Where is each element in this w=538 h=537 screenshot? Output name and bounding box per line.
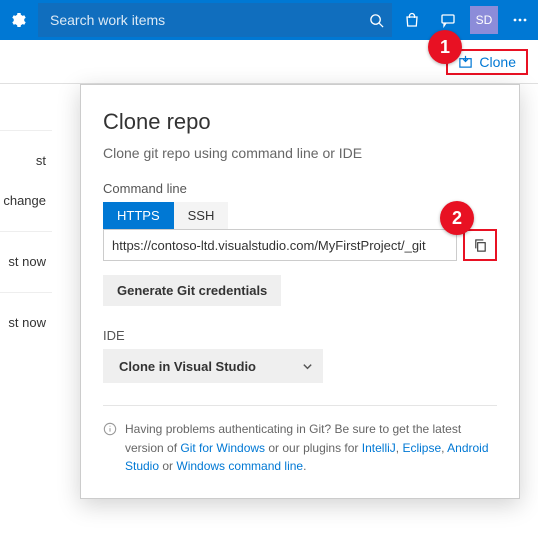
marketplace-button[interactable] [394, 0, 430, 40]
clone-url-input[interactable] [103, 229, 457, 261]
protocol-tabs: HTTPS SSH [103, 202, 497, 229]
link-eclipse[interactable]: Eclipse [402, 441, 441, 455]
link-git-for-windows[interactable]: Git for Windows [180, 441, 265, 455]
help-text-body: Having problems authenticating in Git? B… [125, 420, 497, 476]
list-fragment-row: st now [0, 231, 52, 292]
feedback-icon [440, 12, 456, 28]
info-icon [103, 422, 117, 436]
step-badge-2: 2 [440, 201, 474, 235]
generate-git-credentials-button[interactable]: Generate Git credentials [103, 275, 281, 306]
copy-url-button[interactable] [463, 229, 497, 261]
settings-button[interactable] [0, 0, 36, 40]
list-fragment-row: st change [0, 130, 52, 231]
user-avatar[interactable]: SD [470, 6, 498, 34]
top-nav-bar: SD [0, 0, 538, 40]
clone-icon [458, 54, 473, 69]
help-section: Having problems authenticating in Git? B… [103, 405, 497, 476]
copy-icon [473, 238, 488, 253]
callout-subtitle: Clone git repo using command line or IDE [103, 145, 497, 161]
search-input[interactable] [50, 12, 369, 28]
clone-url-row [103, 229, 497, 261]
clone-repo-callout: Clone repo Clone git repo using command … [80, 84, 520, 499]
ellipsis-icon [512, 12, 528, 28]
callout-title: Clone repo [103, 109, 497, 135]
ide-dropdown-label: Clone in Visual Studio [119, 359, 256, 374]
ide-section-label: IDE [103, 328, 497, 343]
list-fragment-row: st now [0, 292, 52, 353]
clone-button-label: Clone [479, 54, 516, 70]
tab-ssh[interactable]: SSH [174, 202, 229, 229]
search-bar[interactable] [38, 3, 392, 37]
search-icon [369, 13, 384, 28]
shopping-bag-icon [404, 12, 420, 28]
background-list-fragment: st change st now st now [0, 130, 52, 353]
ide-dropdown[interactable]: Clone in Visual Studio [103, 349, 323, 383]
gear-icon [10, 12, 26, 28]
link-intellij[interactable]: IntelliJ [362, 441, 396, 455]
step-badge-1: 1 [428, 30, 462, 64]
chevron-down-icon [302, 361, 313, 372]
link-windows-command-line[interactable]: Windows command line [176, 459, 303, 473]
more-menu-button[interactable] [502, 0, 538, 40]
command-line-label: Command line [103, 181, 497, 196]
tab-https[interactable]: HTTPS [103, 202, 174, 229]
